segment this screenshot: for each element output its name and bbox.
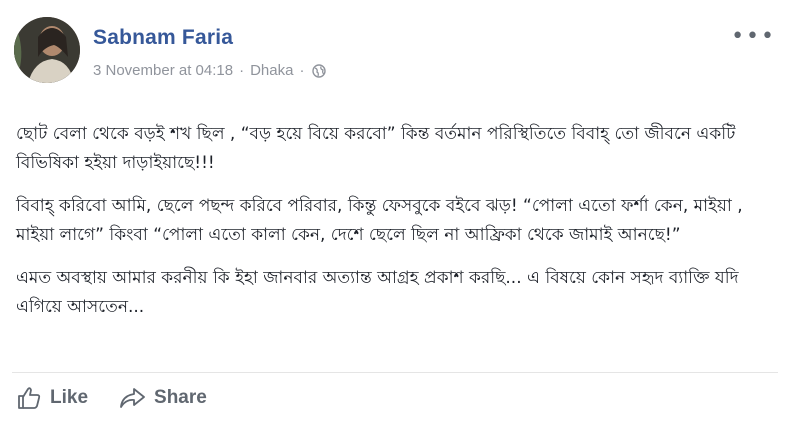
post-timestamp[interactable]: 3 November at 04:18 (93, 62, 233, 79)
post-paragraph: এমত অবস্থায় আমার করনীয় কি ইহা জানবার অ… (16, 268, 739, 317)
meta-separator: · (299, 62, 305, 79)
globe-icon[interactable] (312, 63, 327, 78)
divider (12, 372, 778, 373)
meta-separator: · (239, 62, 245, 79)
facebook-post: Sabnam Faria 3 November at 04:18 · Dhaka… (0, 0, 790, 425)
like-label: Like (50, 387, 89, 408)
share-label: Share (154, 387, 207, 408)
post-body: ছোট বেলা থেকে বড়ই শখ ছিল , “বড় হয়ে বি… (16, 120, 776, 336)
post-paragraph: ছোট বেলা থেকে বড়ই শখ ছিল , “বড় হয়ে বি… (16, 124, 736, 173)
like-button[interactable]: Like (16, 385, 88, 411)
post-author-name[interactable]: Sabnam Faria (93, 26, 233, 50)
thumbs-up-icon (16, 385, 42, 411)
avatar[interactable] (14, 17, 80, 83)
post-meta: 3 November at 04:18 · Dhaka · (93, 62, 327, 79)
more-options-icon[interactable]: ••• (731, 26, 776, 48)
share-arrow-icon (118, 385, 146, 411)
post-location[interactable]: Dhaka (250, 62, 293, 79)
share-button[interactable]: Share (118, 385, 207, 411)
post-paragraph: বিবাহ্ করিবো আমি, ছেলে পছন্দ করিবে পরিবা… (16, 196, 743, 245)
post-actions: Like Share (16, 378, 207, 418)
